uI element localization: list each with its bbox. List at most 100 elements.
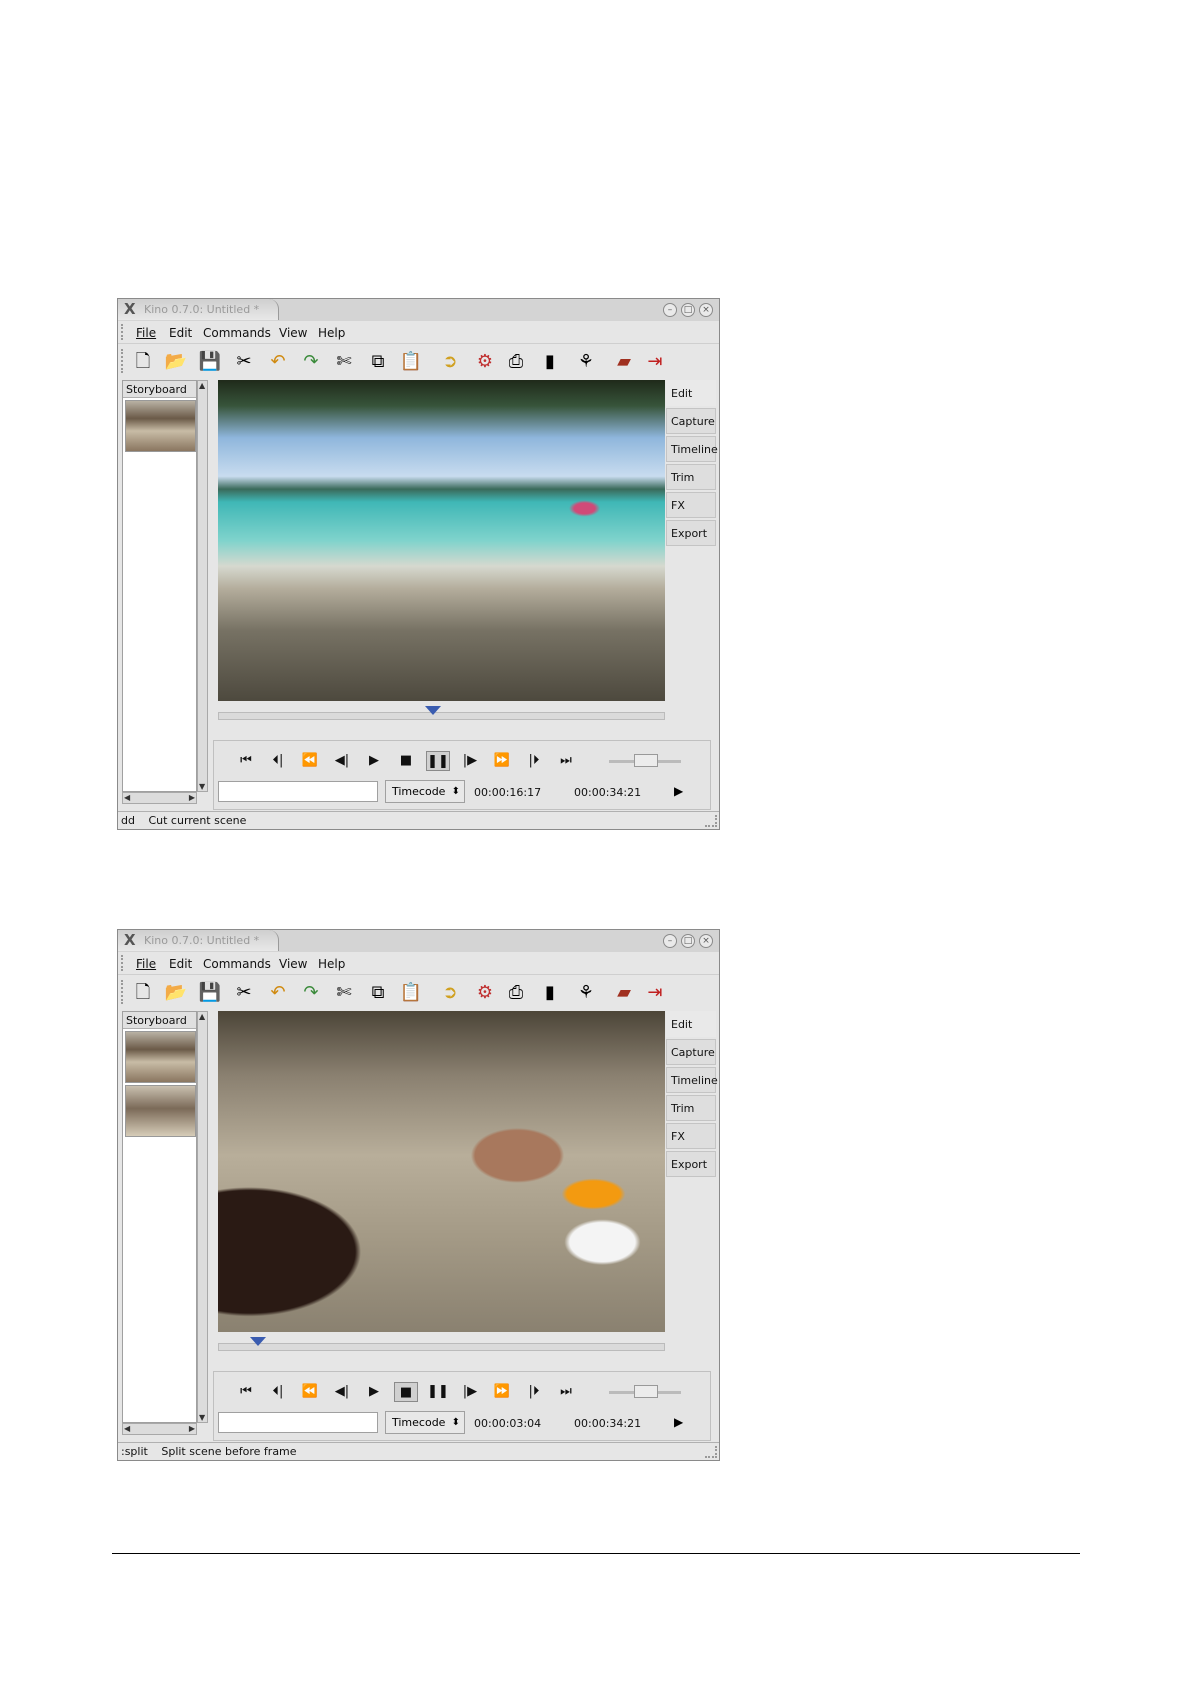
storyboard-horizontal-scrollbar[interactable]: ◀ ▶: [122, 1423, 197, 1435]
tab-trim[interactable]: Trim: [666, 1095, 716, 1121]
open-folder-icon[interactable]: 📂: [164, 983, 188, 1003]
next-scene-icon[interactable]: |⏵: [522, 751, 546, 771]
play-icon[interactable]: ▶: [362, 1382, 386, 1402]
tab-timeline[interactable]: Timeline: [666, 436, 718, 462]
menu-file[interactable]: File: [136, 326, 156, 340]
video-preview[interactable]: [218, 1011, 665, 1332]
fx-icon[interactable]: ⚙: [473, 983, 497, 1003]
preferences-icon[interactable]: ✂: [232, 352, 256, 372]
menu-commands[interactable]: Commands: [203, 957, 271, 971]
menu-view[interactable]: View: [279, 957, 307, 971]
redo-icon[interactable]: ↷: [299, 983, 323, 1003]
menu-view[interactable]: View: [279, 326, 307, 340]
save-icon[interactable]: 💾: [198, 983, 222, 1003]
scroll-left-icon[interactable]: ◀: [124, 1424, 130, 1433]
close-button[interactable]: ×: [699, 934, 713, 948]
go-end-icon[interactable]: ⏭: [554, 751, 578, 771]
rewind-icon[interactable]: ⏪: [298, 751, 322, 771]
storyboard-thumbnail[interactable]: [125, 1085, 196, 1137]
tab-edit[interactable]: Edit: [666, 1011, 716, 1037]
menu-edit[interactable]: Edit: [169, 326, 192, 340]
export-icon[interactable]: ⎙: [504, 983, 528, 1003]
step-forward-icon[interactable]: |▶: [458, 751, 482, 771]
go-start-icon[interactable]: ⏮: [234, 1382, 258, 1402]
tab-fx[interactable]: FX: [666, 1123, 716, 1149]
tab-fx[interactable]: FX: [666, 492, 716, 518]
pause-icon[interactable]: ❚❚: [426, 1382, 450, 1402]
menu-help[interactable]: Help: [318, 957, 345, 971]
storyboard-thumbnail[interactable]: [125, 400, 196, 452]
clip-icon[interactable]: ▮: [538, 352, 562, 372]
minimize-button[interactable]: –: [663, 303, 677, 317]
copy-icon[interactable]: ⧉: [366, 352, 390, 372]
scroll-down-icon[interactable]: ▼: [199, 1413, 205, 1422]
exit-icon[interactable]: ⇥: [643, 983, 667, 1003]
copy-icon[interactable]: ⧉: [366, 983, 390, 1003]
pause-icon[interactable]: ❚❚: [426, 751, 450, 771]
title-bar[interactable]: X Kino 0.7.0: Untitled * – □ ×: [118, 930, 719, 953]
scroll-right-icon[interactable]: ▶: [189, 1424, 195, 1433]
maximize-button[interactable]: □: [681, 934, 695, 948]
video-preview[interactable]: [218, 380, 665, 701]
tab-edit[interactable]: Edit: [666, 380, 716, 406]
menu-file[interactable]: File: [136, 957, 156, 971]
undo-icon[interactable]: ↶: [266, 352, 290, 372]
timecode-mode-select[interactable]: Timecode ⬍: [385, 1411, 465, 1434]
new-file-icon[interactable]: 🗋: [131, 352, 155, 372]
scene-icon[interactable]: ⚘: [574, 983, 598, 1003]
storyboard-vertical-scrollbar[interactable]: ▲ ▼: [197, 1011, 208, 1423]
storyboard-vertical-scrollbar[interactable]: ▲ ▼: [197, 380, 208, 792]
close-button[interactable]: ×: [699, 303, 713, 317]
save-icon[interactable]: 💾: [198, 352, 222, 372]
fast-forward-icon[interactable]: ⏩: [490, 751, 514, 771]
cut-icon[interactable]: ✄: [332, 983, 356, 1003]
step-back-icon[interactable]: ◀|: [330, 1382, 354, 1402]
undo-icon[interactable]: ↶: [266, 983, 290, 1003]
storyboard-thumbnail[interactable]: [125, 1031, 196, 1083]
menu-edit[interactable]: Edit: [169, 957, 192, 971]
resize-grip-icon[interactable]: [705, 1446, 717, 1458]
play-icon[interactable]: ▶: [362, 751, 386, 771]
scroll-right-icon[interactable]: ▶: [189, 793, 195, 802]
redo-icon[interactable]: ↷: [299, 352, 323, 372]
paste-icon[interactable]: 📋: [399, 352, 423, 372]
go-end-icon[interactable]: ⏭: [554, 1382, 578, 1402]
scroll-down-icon[interactable]: ▼: [199, 782, 205, 791]
go-start-icon[interactable]: ⏮: [234, 751, 258, 771]
minimize-button[interactable]: –: [663, 934, 677, 948]
prev-scene-icon[interactable]: ⏴|: [266, 1382, 290, 1402]
rewind-icon[interactable]: ⏪: [298, 1382, 322, 1402]
volume-slider[interactable]: [634, 1385, 658, 1398]
capture-icon[interactable]: ➲: [438, 983, 462, 1003]
scroll-up-icon[interactable]: ▲: [199, 1012, 205, 1021]
command-input[interactable]: [218, 1412, 378, 1433]
play-next-icon[interactable]: ▶: [674, 784, 683, 798]
resize-grip-icon[interactable]: [705, 815, 717, 827]
paste-icon[interactable]: 📋: [399, 983, 423, 1003]
storyboard-horizontal-scrollbar[interactable]: ◀ ▶: [122, 792, 197, 804]
position-scrubber[interactable]: [218, 712, 665, 720]
scene-icon[interactable]: ⚘: [574, 352, 598, 372]
tab-capture[interactable]: Capture: [666, 408, 716, 434]
clip-icon[interactable]: ▮: [538, 983, 562, 1003]
export-icon[interactable]: ⎙: [504, 352, 528, 372]
menu-grip-handle[interactable]: [121, 324, 127, 340]
toolbar-grip-handle[interactable]: [121, 980, 127, 1004]
stop-icon[interactable]: ■: [394, 751, 418, 771]
fx-icon[interactable]: ⚙: [473, 352, 497, 372]
book-icon[interactable]: ▰: [612, 983, 636, 1003]
play-next-icon[interactable]: ▶: [674, 1415, 683, 1429]
scrubber-marker-icon[interactable]: [424, 706, 441, 715]
prev-scene-icon[interactable]: ⏴|: [266, 751, 290, 771]
open-folder-icon[interactable]: 📂: [164, 352, 188, 372]
scroll-up-icon[interactable]: ▲: [199, 381, 205, 390]
maximize-button[interactable]: □: [681, 303, 695, 317]
scrubber-marker-icon[interactable]: [250, 1337, 267, 1346]
new-file-icon[interactable]: 🗋: [131, 983, 155, 1003]
toolbar-grip-handle[interactable]: [121, 349, 127, 373]
capture-icon[interactable]: ➲: [438, 352, 462, 372]
tab-export[interactable]: Export: [666, 520, 716, 546]
tab-export[interactable]: Export: [666, 1151, 716, 1177]
volume-slider[interactable]: [634, 754, 658, 767]
menu-commands[interactable]: Commands: [203, 326, 271, 340]
